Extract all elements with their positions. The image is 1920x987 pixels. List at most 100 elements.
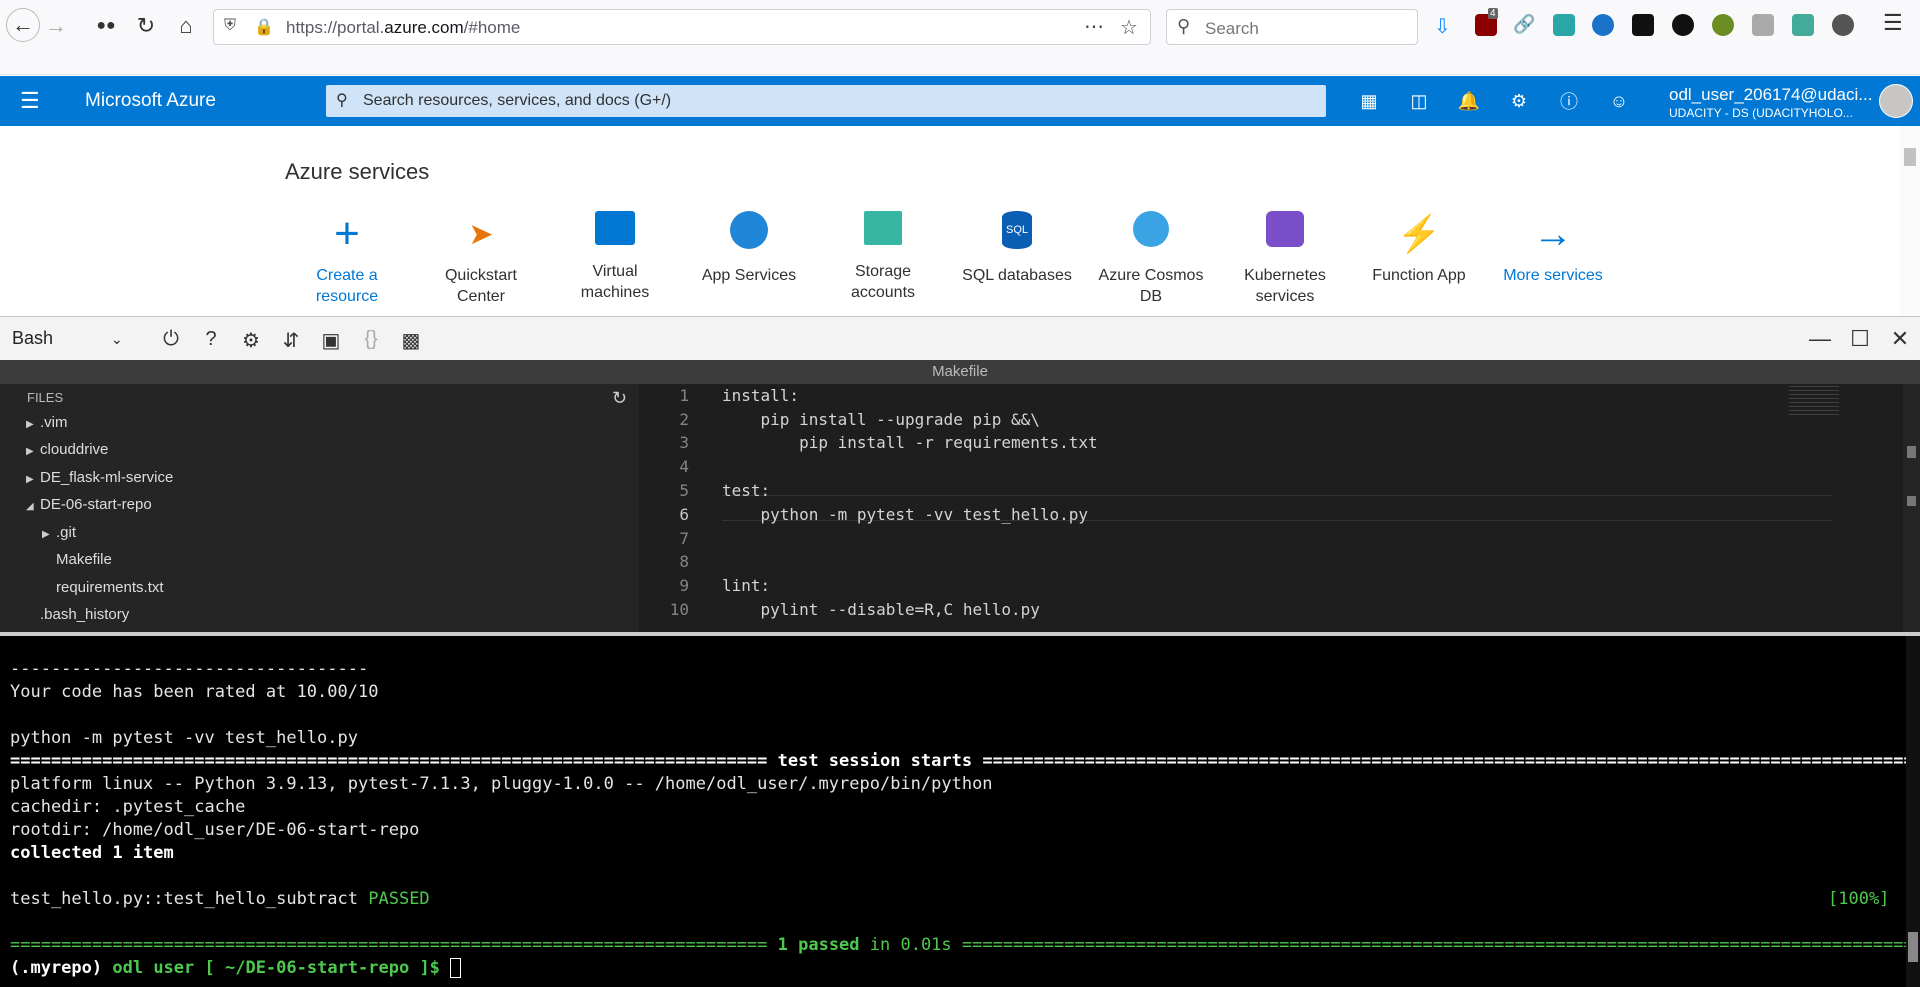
services-scrollbar[interactable]: [1900, 126, 1920, 316]
close-icon[interactable]: ✕: [1886, 326, 1914, 352]
service-sql-databases[interactable]: SQL SQL databases: [957, 211, 1077, 286]
tree-item-label: DE_flask-ml-service: [40, 469, 174, 486]
link-icon[interactable]: 🔗: [1513, 14, 1535, 36]
braces-icon[interactable]: {}: [357, 328, 385, 351]
service-virtual-machines[interactable]: Virtual machines: [555, 211, 675, 303]
shell-type-select[interactable]: Bash ⌄: [12, 328, 123, 349]
service-azure-cosmos-db[interactable]: Azure Cosmos DB: [1091, 211, 1211, 307]
url-bar[interactable]: ⛨ 🔒 https://portal.azure.com/#home ⋯ ☆: [213, 9, 1151, 45]
minimize-icon[interactable]: —: [1806, 326, 1834, 352]
shield-icon[interactable]: ⛨: [224, 17, 236, 35]
download-icon[interactable]: ⇩: [1434, 14, 1456, 38]
bell-icon[interactable]: 🔔: [1456, 89, 1482, 113]
help-icon[interactable]: ⓘ: [1556, 89, 1582, 113]
service-create-resource[interactable]: + Create a resource: [287, 209, 407, 307]
upload-download-icon[interactable]: ⇵: [277, 328, 305, 353]
scrollbar-thumb[interactable]: [1907, 446, 1916, 458]
line-number: 9: [679, 576, 689, 595]
tree-item-label: .git: [56, 524, 77, 541]
scrollbar-thumb[interactable]: [1904, 148, 1916, 166]
user-name[interactable]: odl_user_206174@udaci...: [1669, 85, 1872, 105]
home-icon[interactable]: ⌂: [170, 10, 202, 42]
wordpress-icon[interactable]: [1672, 14, 1694, 36]
sql-icon: SQL: [1002, 211, 1032, 249]
chevron-right-icon: ▶: [42, 529, 50, 540]
terminal-line: rootdir: /home/odl_user/DE-06-start-repo: [10, 820, 420, 840]
help-icon[interactable]: ?: [197, 328, 225, 351]
service-label-line1: Storage: [854, 263, 912, 280]
browser-search-box[interactable]: ⚲ Search: [1166, 9, 1418, 45]
minimap[interactable]: [1789, 386, 1839, 416]
code-line: pylint --disable=R,C hello.py: [722, 600, 1040, 619]
puzzle-icon[interactable]: [1752, 14, 1774, 36]
terminal[interactable]: ----------------------------------- Your…: [0, 632, 1920, 987]
tree-item-vim[interactable]: ▶ .vim: [26, 412, 68, 434]
url-text[interactable]: https://portal.azure.com/#home: [286, 18, 520, 38]
ublock-icon[interactable]: 4: [1475, 8, 1498, 36]
tree-item-requirements[interactable]: requirements.txt: [56, 577, 164, 599]
arrow-right-icon: →: [1533, 211, 1573, 256]
lightning-icon: ⚡: [1396, 213, 1442, 254]
open-new-session-icon[interactable]: ▣: [317, 328, 345, 353]
globe-alert-icon[interactable]: [1712, 14, 1734, 36]
scrollbar-thumb[interactable]: [1908, 932, 1918, 962]
ext-dark-icon[interactable]: [1632, 14, 1654, 36]
refresh-icon[interactable]: ↻: [612, 388, 627, 409]
code-line: install:: [722, 386, 800, 405]
line-number: 6: [679, 505, 689, 524]
scrollbar-thumb[interactable]: [1907, 496, 1916, 506]
add-ext-icon[interactable]: [1792, 14, 1814, 36]
star-icon[interactable]: ☆: [1120, 15, 1138, 40]
power-icon[interactable]: ⏻: [157, 328, 185, 351]
reload-icon[interactable]: ↻: [130, 10, 162, 42]
chevron-down-icon: ◢: [26, 501, 34, 512]
back-icon[interactable]: ←: [6, 8, 40, 42]
service-app-services[interactable]: App Services: [689, 211, 809, 286]
terminal-line-result: ========================================…: [10, 934, 1920, 957]
tree-item-de-06-start-repo[interactable]: ◢ DE-06-start-repo: [26, 494, 152, 516]
maximize-icon[interactable]: ☐: [1846, 326, 1874, 352]
network-icon[interactable]: [1592, 14, 1614, 36]
result-rule: ========================================…: [10, 935, 768, 955]
terminal-scrollbar[interactable]: [1906, 636, 1920, 987]
lock-icon[interactable]: 🔒: [254, 17, 274, 37]
editor-scrollbar[interactable]: [1903, 384, 1920, 632]
url-prefix: https://portal.: [286, 18, 385, 37]
service-storage-accounts[interactable]: Storage accounts: [823, 211, 943, 303]
gear-icon[interactable]: ⚙: [1506, 89, 1532, 113]
settings-icon[interactable]: ⚙: [237, 328, 265, 353]
azure-brand[interactable]: Microsoft Azure: [85, 90, 216, 112]
web-preview-icon[interactable]: ▩: [397, 328, 425, 353]
code-editor[interactable]: 1 install: 2 pip install --upgrade pip &…: [639, 384, 1920, 632]
chevron-down-icon: ⌄: [111, 331, 123, 347]
menu-icon[interactable]: ☰: [1883, 10, 1905, 35]
service-function-app[interactable]: ⚡ Function App: [1359, 211, 1479, 286]
more-icon[interactable]: ⋯: [1084, 14, 1104, 39]
service-label-line1: SQL databases: [962, 267, 1072, 284]
chevron-right-icon: ▶: [26, 419, 34, 430]
service-more-services[interactable]: → More services: [1493, 211, 1613, 286]
terminal-prompt[interactable]: (.myrepo) odl user [ ~/DE-06-start-repo …: [10, 957, 462, 980]
gear-ext-icon[interactable]: [1832, 14, 1854, 36]
directory-filter-icon[interactable]: ◫: [1406, 89, 1432, 113]
browser-search-placeholder: Search: [1205, 19, 1259, 38]
forward-icon[interactable]: →: [40, 10, 72, 42]
azure-search-input[interactable]: ⚲ Search resources, services, and docs (…: [326, 85, 1326, 117]
hamburger-icon[interactable]: ☰: [20, 88, 40, 114]
tree-item-makefile[interactable]: Makefile: [56, 549, 112, 571]
cloud-shell-icon[interactable]: ▦: [1356, 89, 1382, 113]
user-org[interactable]: UDACITY - DS (UDACITYHOLO...: [1669, 106, 1853, 120]
mask-icon[interactable]: ●●: [90, 10, 122, 42]
service-quickstart-center[interactable]: ➤ Quickstart Center: [421, 211, 541, 307]
tree-item-flask-ml-service[interactable]: ▶ DE_flask-ml-service: [26, 467, 173, 489]
files-header: FILES: [27, 390, 64, 405]
feedback-icon[interactable]: ☺: [1606, 89, 1632, 113]
tree-item-label: Makefile: [56, 551, 112, 568]
save-icon[interactable]: [1553, 14, 1575, 36]
tree-item-git[interactable]: ▶ .git: [42, 522, 76, 544]
tree-item-clouddrive[interactable]: ▶ clouddrive: [26, 439, 108, 461]
avatar[interactable]: [1879, 84, 1913, 118]
terminal-line: python -m pytest -vv test_hello.py: [10, 728, 358, 748]
tree-item-bash-history[interactable]: .bash_history: [40, 604, 129, 626]
service-kubernetes-services[interactable]: Kubernetes services: [1225, 211, 1345, 307]
